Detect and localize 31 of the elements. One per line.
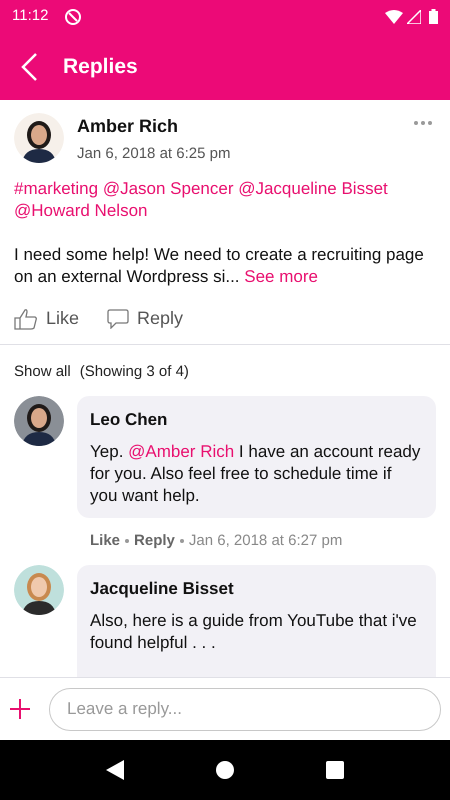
add-button[interactable] [9,698,31,720]
like-button[interactable]: Like [14,305,80,332]
show-all-link[interactable]: Show all [14,360,71,383]
back-nav-button[interactable] [106,760,124,780]
reply-button[interactable]: Reply [107,305,184,332]
reply-button[interactable]: Reply [134,530,175,552]
showing-count: (Showing 3 of 4) [80,362,189,382]
wifi-icon [385,10,403,24]
battery-icon [429,9,438,24]
status-time: 11:12 [12,6,48,26]
post-body: I need some help! We need to create a recruiting page on an external Wordpress si... See more [14,244,425,288]
post-date: Jan 6, 2018 at 6:25 pm [77,144,232,164]
commenter-name: Leo Chen [90,409,168,431]
commenter-name: Jacqueline Bisset [90,578,235,600]
avatar [14,113,64,163]
signal-icon [407,10,421,24]
more-icon [414,121,432,125]
like-button[interactable]: Like [90,530,120,552]
post-tags: #marketing @Jason Spencer @Jacqueline Bisset @Howard Nelson [14,178,436,222]
reply-field[interactable]: Leave a reply... [49,688,441,730]
comment-text: Also, here is a guide from YouTube that i've found helpful . . . [90,610,418,654]
avatar [14,396,64,446]
avatar [14,565,64,615]
thumbs-up-icon [14,308,38,330]
home-nav-button[interactable] [216,761,234,779]
comment-date: Jan 6, 2018 at 6:27 pm [188,530,342,550]
author-name: Amber Rich [77,115,180,138]
header-title: Replies [63,54,138,80]
see-more-link[interactable]: See more [244,266,318,286]
speech-bubble-icon [107,308,130,328]
comment-text: Yep. @Amber Rich I have an account ready for you. Also feel free to schedule time if you want help. [90,440,422,506]
